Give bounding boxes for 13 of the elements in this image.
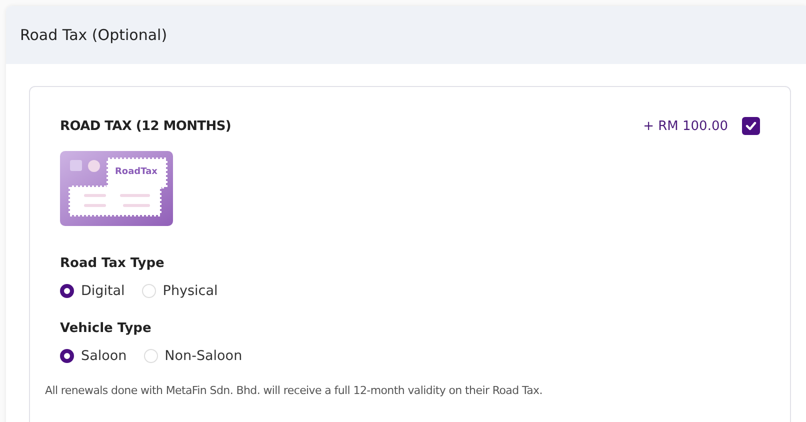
check-icon [745,121,757,131]
section-title: Road Tax (Optional) [20,26,168,44]
radio-option[interactable]: Saloon [60,348,127,364]
radio-option[interactable]: Physical [142,283,218,299]
product-title: ROAD TAX (12 MONTHS) [60,118,232,134]
group-label: Vehicle Type [60,321,152,336]
price: + RM 100.00 [643,118,728,134]
radio-option[interactable]: Non-Saloon [144,348,242,364]
illustration-label: RoadTax [115,167,158,177]
checkbox[interactable] [742,117,760,135]
group-label: Road Tax Type [60,256,164,271]
radio-option[interactable]: Digital [60,283,125,299]
note-text: All renewals done with MetaFin Sdn. Bhd. will receive a full 12-month validity on their Road Tax. [45,384,544,397]
